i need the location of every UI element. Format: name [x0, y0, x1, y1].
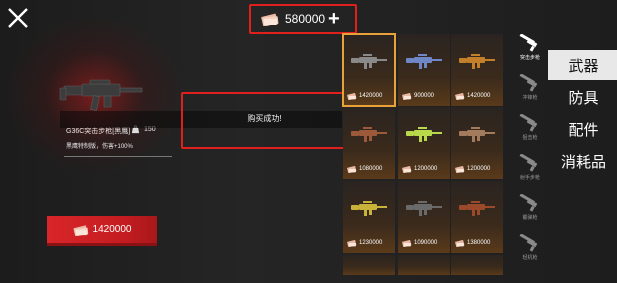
subcategory-label: 霰弹枪 — [522, 215, 538, 221]
buy-button[interactable]: 1420000 — [47, 216, 157, 246]
coupon-icon — [261, 12, 279, 26]
weapon-price-value: 1420000 — [359, 93, 383, 99]
coupon-icon — [73, 224, 89, 236]
weapon-price-value: 900000 — [414, 93, 435, 99]
weapon-price-value: 1420000 — [467, 93, 491, 99]
category-tab[interactable]: 配件 — [550, 114, 617, 144]
gun-category-icon — [519, 34, 538, 52]
weapon-price: 1200000 — [402, 165, 437, 173]
weapon-price-value: 1080000 — [359, 166, 383, 172]
weapon-slot[interactable]: 1380000 — [451, 181, 503, 253]
weapon-slot[interactable]: 900000 — [398, 34, 450, 106]
rifle-icon — [406, 127, 442, 142]
coupon-icon — [402, 93, 412, 100]
coupon-icon — [455, 166, 465, 173]
subcategory-label: 狙击枪 — [522, 135, 538, 141]
gun-category-icon — [519, 234, 538, 252]
weapon-slot[interactable]: 1420000 — [342, 33, 396, 107]
divider — [64, 156, 172, 157]
coupon-icon — [455, 240, 465, 247]
weapon-price-value: 1090000 — [414, 240, 438, 246]
rifle-icon — [459, 127, 495, 142]
weapon-price-value: 1380000 — [467, 240, 491, 246]
subcategory-item[interactable]: 冲锋枪 — [510, 72, 550, 112]
weapon-slot[interactable]: 1200000 — [451, 107, 503, 179]
category-tab[interactable]: 防具 — [550, 82, 617, 112]
weapon-price: 1200000 — [455, 165, 490, 173]
coupon-icon — [347, 93, 357, 100]
rifle-icon — [351, 127, 387, 142]
weapon-price: 1380000 — [455, 239, 490, 247]
weapon-slot[interactable]: 1230000 — [343, 181, 395, 253]
weapon-slot[interactable] — [398, 255, 450, 275]
weapon-slot[interactable] — [451, 255, 503, 275]
item-description: 黑鹰特制版，伤害+100% — [66, 144, 133, 150]
weapon-price: 1090000 — [402, 239, 437, 247]
subcategory-label: 突击步枪 — [519, 55, 540, 61]
weapon-price-value: 1200000 — [414, 166, 438, 172]
weapon-price: 900000 — [402, 92, 434, 100]
coupon-icon — [402, 166, 412, 173]
weapon-price: 1080000 — [347, 165, 382, 173]
currency-display: 580000 + — [249, 4, 357, 34]
coupon-icon — [347, 240, 357, 247]
subcategory-item[interactable]: 狙击枪 — [510, 112, 550, 152]
add-currency-button[interactable]: + — [328, 9, 340, 29]
currency-amount: 580000 — [285, 12, 326, 26]
gun-category-icon — [519, 74, 538, 92]
weapon-price-value: 1230000 — [359, 240, 383, 246]
purchase-success-toast: 购买成功! — [247, 114, 282, 123]
weapon-slot[interactable]: 1200000 — [398, 107, 450, 179]
weapon-price-value: 1200000 — [467, 166, 491, 172]
subcategory-label: 冲锋枪 — [522, 95, 538, 101]
weapon-preview-image — [58, 74, 148, 114]
coupon-icon — [455, 93, 465, 100]
coupon-icon — [347, 166, 357, 173]
category-tab[interactable]: 武器 — [550, 50, 617, 80]
rifle-icon — [406, 201, 442, 216]
gun-category-icon — [519, 154, 538, 172]
category-tab[interactable]: 消耗品 — [550, 146, 617, 176]
weapon-slot[interactable]: 1420000 — [451, 34, 503, 106]
weapon-slot[interactable]: 1080000 — [343, 107, 395, 179]
subcategory-item[interactable]: 霰弹枪 — [510, 192, 550, 232]
subcategory-label: 射手步枪 — [519, 175, 540, 181]
rifle-icon — [459, 201, 495, 216]
weapon-slot[interactable] — [343, 255, 395, 275]
gun-category-icon — [519, 114, 538, 132]
weapon-slot[interactable]: 1090000 — [398, 181, 450, 253]
rifle-icon — [406, 54, 442, 69]
gun-category-icon — [519, 194, 538, 212]
buy-price: 1420000 — [92, 224, 132, 235]
close-button[interactable] — [6, 6, 30, 30]
rifle-icon — [351, 201, 387, 216]
subcategory-label: 轻机枪 — [522, 255, 538, 261]
coupon-icon — [402, 240, 412, 247]
rifle-icon — [351, 54, 387, 69]
close-icon — [8, 8, 28, 28]
subcategory-item[interactable]: 轻机枪 — [510, 232, 550, 272]
weapon-price: 1420000 — [347, 92, 382, 100]
weapon-price: 1420000 — [455, 92, 490, 100]
rifle-icon — [459, 54, 495, 69]
subcategory-item[interactable]: 射手步枪 — [510, 152, 550, 192]
subcategory-item[interactable]: 突击步枪 — [510, 32, 550, 72]
weapon-price: 1230000 — [347, 239, 382, 247]
